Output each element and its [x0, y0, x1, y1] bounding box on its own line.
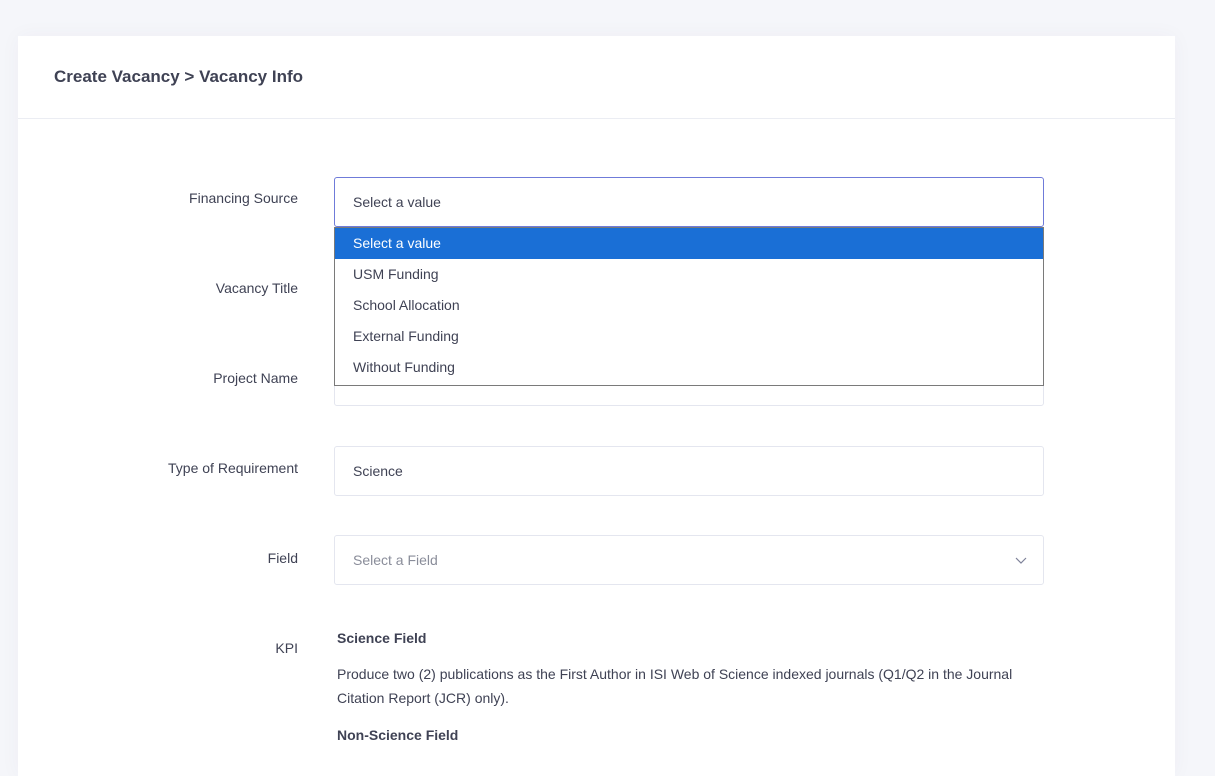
kpi-label: KPI [275, 640, 298, 656]
option-select-a-value[interactable]: Select a value [335, 228, 1043, 259]
kpi-science-heading: Science Field [337, 630, 427, 646]
kpi-science-text: Produce two (2) publications as the Firs… [337, 666, 1013, 706]
kpi-non-science-heading: Non-Science Field [337, 727, 459, 743]
type-of-requirement-label: Type of Requirement [168, 460, 298, 476]
field-select[interactable]: Select a Field [334, 535, 1044, 585]
type-of-requirement-input[interactable]: Science [334, 446, 1044, 496]
financing-source-label: Financing Source [189, 190, 298, 206]
vacancy-form-card: Create Vacancy > Vacancy Info Financing … [18, 36, 1175, 776]
financing-source-options: Select a value USM Funding School Alloca… [334, 227, 1044, 386]
vacancy-title-label: Vacancy Title [215, 280, 298, 296]
breadcrumb-title: Create Vacancy > Vacancy Info [54, 67, 304, 86]
field-label: Field [267, 550, 298, 566]
option-usm-funding[interactable]: USM Funding [335, 259, 1043, 290]
option-school-allocation[interactable]: School Allocation [335, 290, 1043, 321]
option-external-funding[interactable]: External Funding [335, 321, 1043, 352]
option-without-funding[interactable]: Without Funding [335, 352, 1043, 383]
field-placeholder: Select a Field [353, 552, 438, 568]
chevron-down-icon [1015, 557, 1027, 564]
financing-source-value: Select a value [353, 194, 441, 210]
type-of-requirement-value: Science [353, 463, 403, 479]
card-header: Create Vacancy > Vacancy Info [18, 36, 1175, 119]
kpi-description: Science Field Produce two (2) publicatio… [337, 630, 1037, 759]
project-name-label: Project Name [213, 370, 298, 386]
financing-source-select[interactable]: Select a value [334, 177, 1044, 227]
